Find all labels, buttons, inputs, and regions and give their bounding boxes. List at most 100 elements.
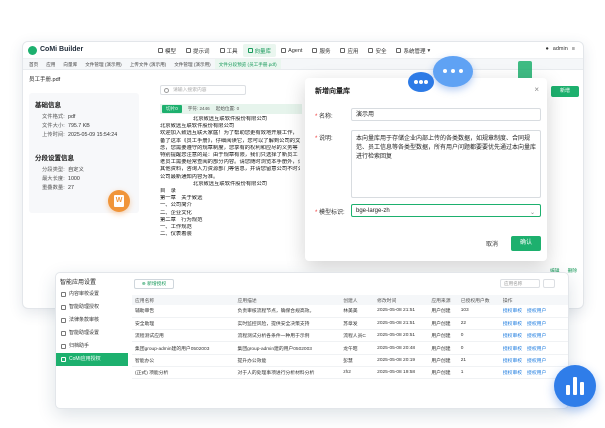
tab-upload[interactable]: 上传文件 (演示用) xyxy=(126,59,171,69)
top-bar: CoMi Builder 模型 提示词 工具 向量库 Agent 服务 应用 安… xyxy=(23,42,583,59)
col-header: 修改时间 xyxy=(374,295,429,305)
user-icon: ● xyxy=(545,46,549,52)
user-menu[interactable]: ● admin ≡ xyxy=(545,46,575,52)
authorize-review-link[interactable]: 授权审校 xyxy=(503,334,522,339)
name-input[interactable]: 演示用 xyxy=(351,108,541,121)
tab-file-manage[interactable]: 文件管理 (演示用) xyxy=(81,59,126,69)
table-cell: 辅助审告 xyxy=(132,305,235,318)
file-title: 员工手册.pdf xyxy=(29,77,61,83)
table-cell: 彭慧 xyxy=(340,354,375,367)
close-icon[interactable]: × xyxy=(534,85,539,94)
table-row: 辅助审告 负责审核流程节点，确保合规高效。 林美美 2025-05-08 21:51 用… xyxy=(132,305,568,318)
cube-icon xyxy=(158,48,163,53)
sidebar-item-assistant-auth[interactable]: 智能助理授权 xyxy=(56,301,128,314)
authorize-users-link[interactable]: 授权用户 xyxy=(527,359,546,364)
table-cell: 用户创建 xyxy=(428,317,458,331)
table-cell: 林美美 xyxy=(340,305,375,318)
info-row: 上传时间: 2025-05-09 15:54:24 xyxy=(42,132,118,138)
row-operations: 授权审校 授权用户 xyxy=(499,354,568,367)
segment-settings-title: 分段设置信息 xyxy=(35,155,74,162)
nav-item-apps[interactable]: 应用 xyxy=(335,44,363,57)
table-cell: 实时监控风险，提供安全决策支持 xyxy=(234,317,341,331)
sidebar-item-content-review[interactable]: 内容审校设置 xyxy=(56,288,128,301)
authorize-users-link[interactable]: 授权用户 xyxy=(527,334,546,339)
nav-item-prompt[interactable]: 提示词 xyxy=(181,44,215,57)
table-cell: 用户创建 xyxy=(428,329,458,343)
table-cell: 用户创建 xyxy=(428,354,458,367)
nav-item-security[interactable]: 安全 xyxy=(363,44,391,57)
grid-icon xyxy=(340,48,346,53)
authorize-review-link[interactable]: 授权审校 xyxy=(503,322,522,327)
authorize-review-link[interactable]: 授权审校 xyxy=(503,371,522,376)
nav-item-vector[interactable]: 向量库 xyxy=(242,44,277,57)
tab-bar: 首页 应用 向量库 文件管理 (演示用) 上传文件 (演示用) 文件管理 (演示… xyxy=(23,59,583,70)
sidebar-item-legal-review[interactable]: 法律条款审核 xyxy=(56,314,128,327)
table-cell: 2025-05-08 20:51 xyxy=(374,329,429,343)
menu-icon[interactable]: ≡ xyxy=(572,46,575,52)
gear-icon xyxy=(396,48,402,53)
authorize-users-link[interactable]: 授权用户 xyxy=(527,322,546,327)
add-auth-button[interactable]: ⊕ 新增授权 xyxy=(134,279,174,289)
desc-textarea[interactable]: 本向量库用于存储企业内部上传的各类数据，如规章制度、合同规范、员工信息等各类型数… xyxy=(351,130,541,198)
table-row: 集团group-admin建的用户0502003 集团group-admin建的用… xyxy=(132,341,568,355)
doc-icon xyxy=(61,344,66,349)
chunk-tag[interactable]: 切片0 xyxy=(162,105,182,113)
wrench-icon xyxy=(219,48,225,53)
info-row: 文件大小: 795.7 KB xyxy=(42,123,90,129)
row-operations: 授权审校 授权用户 xyxy=(499,305,568,318)
delete-link[interactable]: 删除 xyxy=(568,267,578,274)
col-header: 已授权用户数 xyxy=(457,295,500,305)
table-cell: 0 xyxy=(457,329,500,343)
shield-icon xyxy=(368,48,374,53)
table-cell: 智能办公 xyxy=(132,354,235,367)
bar-chart-icon xyxy=(554,365,596,407)
table-cell: 2025-05-08 21:51 xyxy=(374,305,429,318)
confirm-button[interactable]: 确认 xyxy=(511,236,541,251)
nav-item-service[interactable]: 服务 xyxy=(307,44,335,57)
tab-segment-preview[interactable]: 文件分段预览 (员工手册.pdf) xyxy=(214,59,281,69)
tab-home[interactable]: 首页 xyxy=(25,59,42,69)
chevron-down-icon: ▾ xyxy=(427,47,431,54)
word-document-icon: W xyxy=(108,190,130,212)
authorize-users-link[interactable]: 授权用户 xyxy=(527,309,546,314)
table-cell: 流程测试应用 xyxy=(132,329,235,343)
sidebar-item-archive[interactable]: 归档助手 xyxy=(56,340,128,353)
table-cell: 负责审核流程节点，确保合规高效。 xyxy=(234,305,341,318)
nav-item-agent[interactable]: Agent xyxy=(276,44,307,57)
sidebar-item-assistant-settings[interactable]: 智能助理设置 xyxy=(56,327,128,340)
app-name-filter[interactable]: 应用名称 xyxy=(500,279,540,288)
authorize-review-link[interactable]: 授权审校 xyxy=(503,309,522,314)
col-header: 创建人 xyxy=(340,295,375,305)
model-select[interactable]: bge-large-zh ⌄ xyxy=(351,204,541,217)
tab-apps[interactable]: 应用 xyxy=(42,59,59,69)
info-row: 分段类型: 自定义 xyxy=(42,167,84,173)
table-cell: 103 xyxy=(457,305,500,318)
nav-item-model[interactable]: 模型 xyxy=(153,44,181,57)
tab-vector[interactable]: 向量库 xyxy=(59,59,81,69)
filter-icon[interactable] xyxy=(543,279,555,288)
chevron-down-icon: ⌄ xyxy=(529,210,535,216)
col-header: 操作 xyxy=(499,295,568,305)
cancel-button[interactable]: 取消 xyxy=(477,238,507,251)
nav-item-tools[interactable]: 工具 xyxy=(215,44,243,57)
table-cell: 用户创建 xyxy=(428,305,458,318)
app-settings-card: 智能应用设置 内容审校设置 智能助理授权 法律条款审核 智能助理设置 归档助手 … xyxy=(55,272,569,409)
authorize-users-link[interactable]: 授权用户 xyxy=(527,347,546,352)
tab-file-manage-2[interactable]: 文件管理 (演示用) xyxy=(170,59,215,69)
authorize-users-link[interactable]: 授权用户 xyxy=(527,371,546,376)
doc-icon xyxy=(61,292,66,297)
table-cell: zh2 xyxy=(340,366,375,380)
chunk-text: 北京致远互联软件股份有限公司 北京致远互联软件股份有限公司 欢迎加入致远互联大家… xyxy=(160,116,300,238)
sidebar-item-comi-auth[interactable]: CoMi应用授权 xyxy=(56,353,128,366)
agent-icon xyxy=(281,48,287,53)
new-button[interactable]: 新增 xyxy=(551,86,579,97)
table-cell: 安全助理 xyxy=(132,317,235,331)
col-header: 应用描述 xyxy=(234,295,341,305)
table-cell: 提升办公效能 xyxy=(234,354,341,367)
authorize-review-link[interactable]: 授权审校 xyxy=(503,359,522,364)
authorize-review-link[interactable]: 授权审校 xyxy=(503,347,522,352)
chat-bubble-icon xyxy=(408,72,434,92)
search-input[interactable]: 请输入搜索内容 xyxy=(160,85,246,95)
nav-item-system[interactable]: 系统管理 ▾ xyxy=(391,44,435,57)
chat-bubble-icon xyxy=(433,56,473,87)
